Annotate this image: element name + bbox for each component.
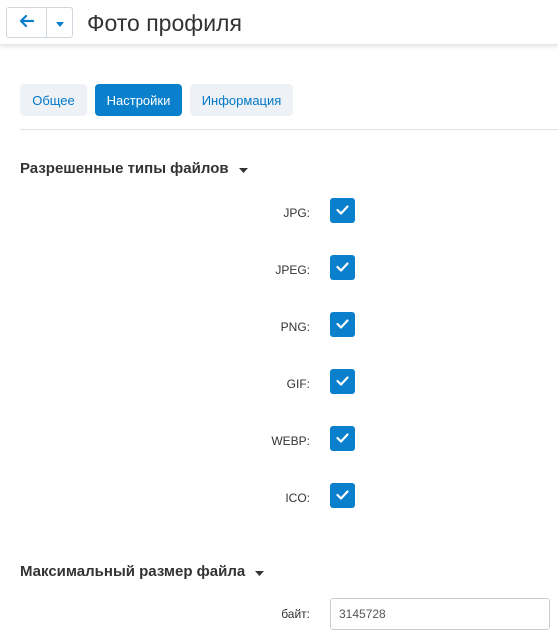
page-title: Фото профиля (87, 10, 242, 36)
caret-down-icon (255, 563, 265, 580)
tabs-divider (20, 129, 558, 130)
type-label-webp: WEBP: (271, 434, 310, 448)
checkbox-png[interactable] (330, 312, 355, 337)
type-label-gif: GIF: (286, 377, 310, 391)
section-toggle-max-size[interactable]: Максимальный размер файла (20, 561, 265, 581)
max-size-label: байт: (281, 607, 310, 621)
checkbox-gif[interactable] (330, 369, 355, 394)
checkbox-webp[interactable] (330, 426, 355, 451)
tab-information[interactable]: Информация (190, 84, 293, 116)
checkmark-icon (336, 430, 349, 448)
section-title-file-types: Разрешенные типы файлов (20, 159, 229, 177)
caret-down-icon (238, 160, 248, 177)
back-button[interactable] (7, 8, 47, 37)
section-toggle-file-types[interactable]: Разрешенные типы файлов (20, 158, 248, 178)
type-label-png: PNG: (280, 320, 310, 334)
nav-button-group (6, 7, 73, 38)
caret-down-icon (55, 14, 64, 32)
history-dropdown-button[interactable] (47, 8, 72, 37)
checkmark-icon (336, 202, 349, 220)
top-bar: Фото профиля (0, 0, 558, 45)
type-label-jpg: JPG: (283, 206, 310, 220)
checkmark-icon (336, 316, 349, 334)
checkmark-icon (336, 373, 349, 391)
checkbox-ico[interactable] (330, 483, 355, 508)
type-label-ico: ICO: (285, 491, 310, 505)
max-size-input[interactable] (330, 598, 550, 630)
tab-settings[interactable]: Настройки (95, 84, 182, 116)
checkbox-jpg[interactable] (330, 198, 355, 223)
checkbox-jpeg[interactable] (330, 255, 355, 280)
arrow-left-icon (19, 14, 34, 32)
checkmark-icon (336, 487, 349, 505)
tab-general[interactable]: Общее (20, 84, 87, 116)
section-title-max-size: Максимальный размер файла (20, 562, 246, 580)
type-label-jpeg: JPEG: (275, 263, 310, 277)
checkmark-icon (336, 259, 349, 277)
